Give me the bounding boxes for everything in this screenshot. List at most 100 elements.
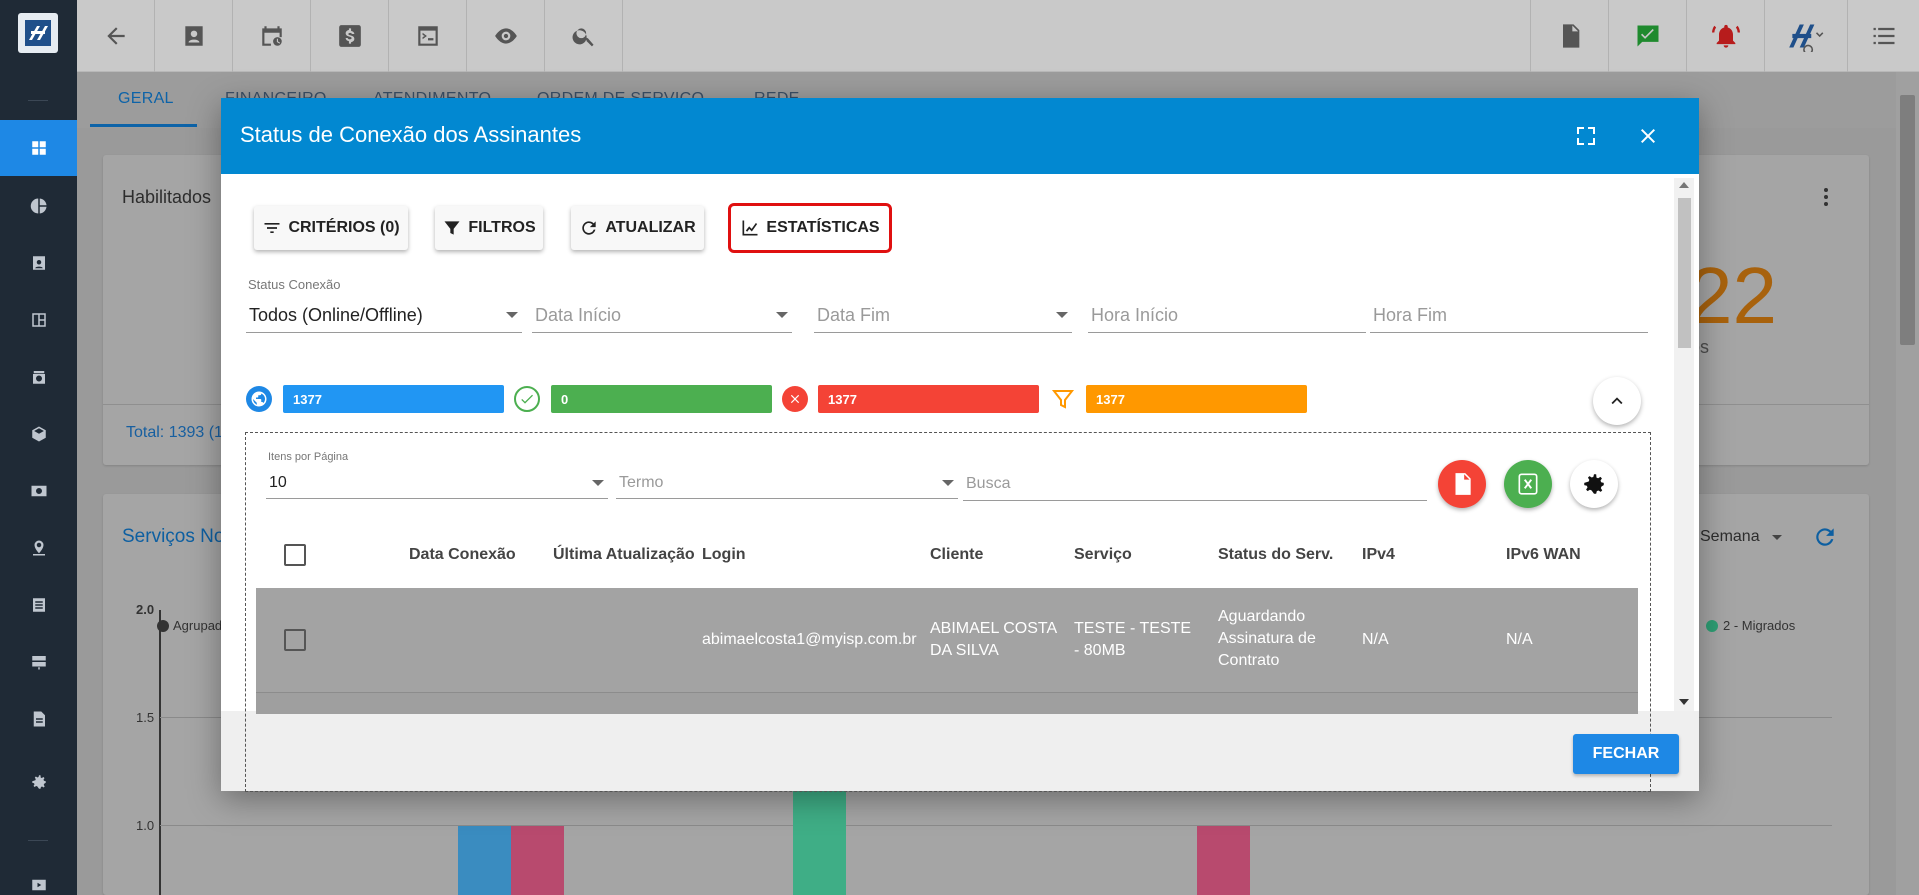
atualizar-button[interactable]: ATUALIZAR <box>571 206 704 250</box>
dashboard-icon <box>31 141 46 155</box>
view-button[interactable] <box>467 0 545 72</box>
hora-inicio-field[interactable]: Hora Início <box>1088 299 1366 333</box>
sidebar-item-reports[interactable] <box>0 178 77 234</box>
stat-online-bar: 0 <box>551 385 772 413</box>
termo-select[interactable]: Termo <box>616 467 958 499</box>
document-icon <box>33 711 45 727</box>
itens-por-pagina-select[interactable]: 10 <box>266 467 608 499</box>
messages-button[interactable] <box>1608 0 1686 72</box>
col-data-conexao[interactable]: Data Conexão <box>409 546 516 564</box>
menu-button[interactable] <box>1847 0 1919 72</box>
alerts-button[interactable] <box>1686 0 1764 72</box>
contact-icon <box>32 256 45 270</box>
user-menu-button[interactable] <box>1764 0 1847 72</box>
status-conexao-select[interactable]: Todos (Online/Offline) <box>246 299 522 333</box>
refresh-icon[interactable] <box>1812 524 1838 550</box>
refresh-icon <box>582 221 596 235</box>
criterios-label: CRITÉRIOS (0) <box>288 219 400 236</box>
col-servico[interactable]: Serviço <box>1074 546 1132 564</box>
chevron-down-icon <box>1056 312 1068 318</box>
divider <box>28 840 48 841</box>
busca-input[interactable]: Busca <box>963 467 1427 501</box>
scroll-up-icon[interactable] <box>1679 182 1689 188</box>
cancel-circle-icon <box>782 386 808 412</box>
back-button[interactable] <box>77 0 155 72</box>
terminal-icon <box>417 26 438 46</box>
sidebar-item-contacts[interactable] <box>0 235 77 291</box>
terminal-button[interactable] <box>389 0 467 72</box>
sidebar-item-documents[interactable] <box>0 691 77 747</box>
y-tick: 1.0 <box>136 818 155 833</box>
layout-icon <box>31 313 46 327</box>
y-tick: 2.0 <box>136 602 155 617</box>
top-bar <box>77 0 1919 72</box>
sidebar-item-list[interactable] <box>0 577 77 633</box>
sidebar-item-finance[interactable] <box>0 463 77 519</box>
cell-cliente: ABIMAEL COSTA DA SILVA <box>930 620 1057 659</box>
sidebar-item-settings[interactable] <box>0 754 77 810</box>
filtros-button[interactable]: FILTROS <box>435 206 543 250</box>
sidebar-item-schedule[interactable] <box>0 349 77 405</box>
hora-fim-field[interactable]: Hora Fim <box>1370 299 1648 333</box>
page-scrollbar-thumb[interactable] <box>1900 95 1915 345</box>
sidebar-item-video[interactable] <box>0 857 77 895</box>
y-tick: 1.5 <box>136 710 155 725</box>
calendar-clock-icon <box>32 371 45 384</box>
cell-ipv6: N/A <box>1506 631 1533 648</box>
estatisticas-button[interactable]: ESTATÍSTICAS <box>728 203 892 253</box>
estatisticas-label: ESTATÍSTICAS <box>766 219 880 236</box>
export-excel-button[interactable] <box>1504 460 1552 508</box>
more-vert-icon[interactable] <box>1816 186 1836 208</box>
finance-button[interactable] <box>311 0 389 72</box>
arrow-left-icon <box>106 27 125 45</box>
col-login[interactable]: Login <box>702 546 746 564</box>
search-icon <box>572 28 594 47</box>
scroll-down-icon[interactable] <box>1679 699 1689 705</box>
sidebar-item-map[interactable] <box>0 520 77 576</box>
col-ultima-atualizacao[interactable]: Última Atualização <box>553 546 695 564</box>
sidebar <box>0 0 77 895</box>
data-inicio-placeholder: Data Início <box>535 305 622 325</box>
gridline <box>160 825 1832 826</box>
col-cliente[interactable]: Cliente <box>930 546 983 564</box>
table-row[interactable] <box>256 692 1638 714</box>
table-settings-button[interactable] <box>1570 460 1618 508</box>
sidebar-item-dashboard[interactable] <box>0 120 77 176</box>
globe-icon <box>246 386 272 412</box>
data-inicio-field[interactable]: Data Início <box>532 299 792 333</box>
fullscreen-button[interactable] <box>1568 118 1604 154</box>
app-logo[interactable] <box>18 13 58 53</box>
video-icon <box>31 879 46 891</box>
period-select[interactable]: Semana <box>1700 528 1760 546</box>
select-all-checkbox[interactable] <box>284 544 306 566</box>
search-button[interactable] <box>545 0 623 72</box>
close-button[interactable] <box>1630 118 1666 154</box>
cell-ipv4: N/A <box>1362 631 1389 648</box>
chevron-down-icon <box>592 480 604 486</box>
fechar-button[interactable]: FECHAR <box>1573 734 1679 774</box>
chat-check-icon <box>1637 25 1658 47</box>
pdf-button[interactable] <box>1530 0 1608 72</box>
export-pdf-button[interactable] <box>1438 460 1486 508</box>
sidebar-item-products[interactable] <box>0 406 77 462</box>
termo-placeholder: Termo <box>619 473 664 491</box>
col-ipv6-wan[interactable]: IPv6 WAN <box>1506 546 1581 564</box>
data-fim-field[interactable]: Data Fim <box>814 299 1072 333</box>
sidebar-item-layout[interactable] <box>0 292 77 348</box>
tab-geral[interactable]: GERAL <box>118 90 174 108</box>
chart-bar <box>458 826 511 895</box>
col-status-serv[interactable]: Status do Serv. <box>1218 546 1333 564</box>
col-ipv4[interactable]: IPv4 <box>1362 546 1395 564</box>
schedule-button[interactable] <box>233 0 311 72</box>
excel-icon <box>1518 473 1538 495</box>
criterios-button[interactable]: CRITÉRIOS (0) <box>254 206 408 250</box>
line-chart-icon <box>742 220 758 236</box>
dialog-scrollbar-thumb[interactable] <box>1678 198 1691 348</box>
sidebar-item-servers[interactable] <box>0 634 77 690</box>
filter-icon <box>444 221 460 235</box>
sort-filter-icon <box>264 223 280 233</box>
row-checkbox[interactable] <box>284 629 306 651</box>
contacts-button[interactable] <box>155 0 233 72</box>
chevron-up-icon <box>1611 397 1623 405</box>
collapse-button[interactable] <box>1593 377 1641 425</box>
